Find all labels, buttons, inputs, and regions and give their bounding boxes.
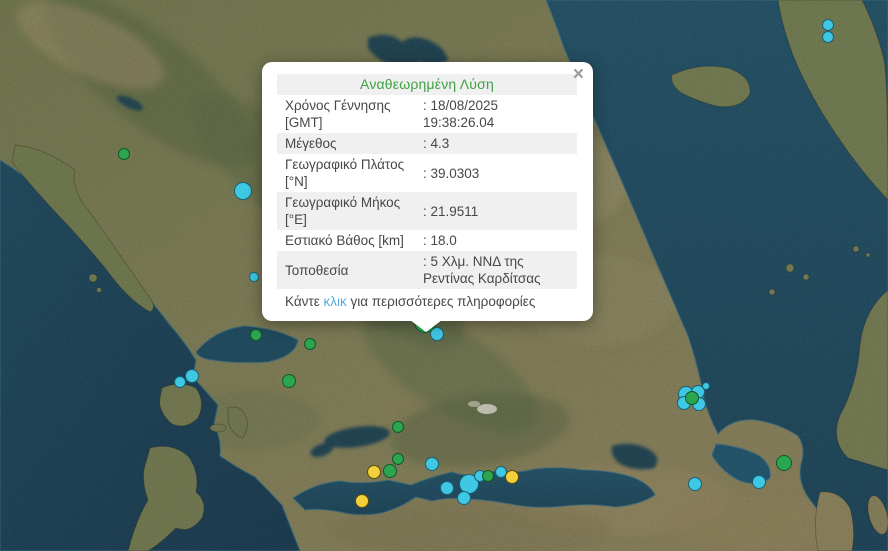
popup-row: Γεωγραφικό Μήκος [°E]: 21.9511 [277,192,577,230]
popup-details-table: Χρόνος Γέννησης [GMT]: 18/08/2025 19:38:… [277,95,577,289]
earthquake-marker[interactable] [702,382,710,390]
popup-row-label: Χρόνος Γέννησης [GMT] [277,95,415,133]
popup-row: Μέγεθος: 4.3 [277,133,577,154]
earthquake-popup: × Αναθεωρημένη Λύση Χρόνος Γέννησης [GMT… [262,62,593,321]
earthquake-marker[interactable] [482,470,494,482]
popup-row-label: Εστιακό Βάθος [km] [277,230,415,251]
popup-row-value: : 5 Χλμ. ΝΝΔ της Ρεντίνας Καρδίτσας [415,251,577,289]
popup-row-value: : 18/08/2025 19:38:26.04 [415,95,577,133]
map-canvas[interactable]: × Αναθεωρημένη Λύση Χρόνος Γέννησης [GMT… [0,0,888,551]
earthquake-marker[interactable] [355,494,369,508]
popup-row: Τοποθεσία: 5 Χλμ. ΝΝΔ της Ρεντίνας Καρδί… [277,251,577,289]
earthquake-marker[interactable] [118,148,130,160]
earthquake-marker[interactable] [250,329,262,341]
popup-close-icon[interactable]: × [573,65,584,84]
earthquake-marker[interactable] [383,464,397,478]
popup-row: Γεωγραφικό Πλάτος [°N]: 39.0303 [277,154,577,192]
popup-row-value: : 18.0 [415,230,577,251]
earthquake-marker[interactable] [440,481,454,495]
popup-title: Αναθεωρημένη Λύση [277,74,577,95]
footer-text-prefix: Κάντε [285,294,324,309]
more-info-link[interactable]: κλικ [324,294,347,309]
earthquake-marker[interactable] [752,475,766,489]
earthquake-marker[interactable] [822,19,834,31]
earthquake-marker[interactable] [304,338,316,350]
earthquake-marker[interactable] [688,477,702,491]
earthquake-marker[interactable] [776,455,792,471]
footer-text-suffix: για περισσότερες πληροφορίες [347,294,536,309]
earthquake-marker[interactable] [822,31,834,43]
earthquake-marker[interactable] [425,457,439,471]
popup-row-label: Τοποθεσία [277,251,415,289]
earthquake-marker[interactable] [392,421,404,433]
popup-row-label: Γεωγραφικό Πλάτος [°N] [277,154,415,192]
popup-row-value: : 21.9511 [415,192,577,230]
popup-row-label: Μέγεθος [277,133,415,154]
popup-row-value: : 4.3 [415,133,577,154]
popup-row-label: Γεωγραφικό Μήκος [°E] [277,192,415,230]
popup-pointer [410,320,442,332]
earthquake-marker[interactable] [185,369,199,383]
earthquake-marker[interactable] [249,272,259,282]
popup-footer: Κάντε κλικ για περισσότερες πληροφορίες [277,289,577,311]
earthquake-marker[interactable] [367,465,381,479]
popup-row: Εστιακό Βάθος [km]: 18.0 [277,230,577,251]
earthquake-marker[interactable] [685,391,699,405]
earthquake-marker[interactable] [392,453,404,465]
earthquake-marker[interactable] [505,470,519,484]
earthquake-marker[interactable] [174,376,186,388]
popup-row: Χρόνος Γέννησης [GMT]: 18/08/2025 19:38:… [277,95,577,133]
earthquake-marker[interactable] [282,374,296,388]
earthquake-marker[interactable] [457,491,471,505]
earthquake-marker[interactable] [234,182,252,200]
popup-row-value: : 39.0303 [415,154,577,192]
